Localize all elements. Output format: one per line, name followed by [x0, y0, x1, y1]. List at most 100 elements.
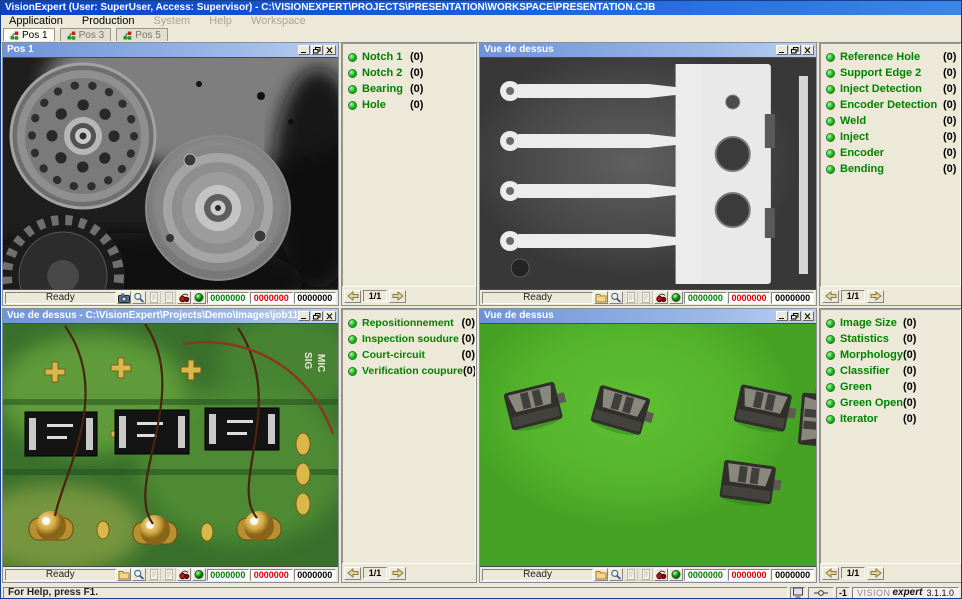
result-item[interactable]: Weld(0)	[826, 113, 960, 129]
close-button[interactable]	[324, 45, 336, 55]
result-item[interactable]: Bearing(0)	[348, 81, 475, 97]
status-led-icon	[826, 69, 835, 78]
page-icon	[148, 569, 160, 580]
tab-pos-3[interactable]: Pos 3	[60, 28, 112, 41]
minimize-button[interactable]	[776, 45, 788, 55]
result-item[interactable]: Statistics(0)	[826, 331, 960, 347]
arrow-right-icon	[870, 568, 882, 578]
total-counter: 0000000	[294, 569, 336, 581]
result-item[interactable]: Notch 1(0)	[348, 49, 475, 65]
defect-marker-icon	[655, 569, 667, 580]
arrow-right-icon	[870, 291, 882, 301]
result-item[interactable]: Green(0)	[826, 379, 960, 395]
status-led-icon	[348, 85, 357, 94]
menu-application[interactable]: Application	[1, 15, 71, 28]
zoom-button[interactable]	[132, 568, 146, 581]
top-right-titlebar[interactable]: Vue de dessus	[480, 43, 816, 57]
folder-icon	[118, 569, 130, 580]
defect-marker-button[interactable]	[654, 291, 668, 304]
live-status-button[interactable]	[192, 291, 206, 304]
defect-marker-button[interactable]	[177, 291, 191, 304]
tab-label: Pos 3	[79, 30, 105, 41]
live-status-button[interactable]	[669, 568, 683, 581]
result-item[interactable]: Iterator(0)	[826, 411, 960, 427]
result-item[interactable]: Green Open(0)	[826, 395, 960, 411]
minimize-button[interactable]	[776, 311, 788, 321]
bottom-left-statusbar: Ready 0000000 0000000 0000000	[3, 567, 338, 582]
bottom-left-titlebar[interactable]: Vue de dessus - C:\VisionExpert\Projects…	[3, 309, 338, 323]
defect-marker-button[interactable]	[177, 568, 191, 581]
status-led-icon	[826, 399, 835, 408]
pos1-titlebar[interactable]: Pos 1	[3, 43, 338, 57]
defect-marker-button[interactable]	[654, 568, 668, 581]
camera-image-motor-parts	[3, 57, 338, 290]
result-item[interactable]: Encoder Detection(0)	[826, 97, 960, 113]
result-item[interactable]: Inspection soudure(0)	[348, 331, 475, 347]
results-panel-bottom-right: Image Size(0) Statistics(0) Morphology(0…	[819, 308, 962, 583]
prev-page-button[interactable]	[344, 290, 361, 303]
next-page-button[interactable]	[867, 290, 884, 303]
arrow-left-icon	[347, 291, 359, 301]
result-item[interactable]: Verification coupure(0)	[348, 363, 475, 379]
result-item[interactable]: Hole(0)	[348, 97, 475, 113]
page-icon	[640, 292, 652, 303]
result-item[interactable]: Bending(0)	[826, 161, 960, 177]
results-list: Reference Hole(0) Support Edge 2(0) Inje…	[820, 43, 961, 287]
result-item[interactable]: Court-circuit(0)	[348, 347, 475, 363]
total-counter: 0000000	[771, 292, 814, 304]
page-icon	[148, 292, 160, 303]
live-status-button[interactable]	[192, 568, 206, 581]
result-item[interactable]: Repositionnement(0)	[348, 315, 475, 331]
help-message: For Help, press F1.	[3, 587, 788, 599]
restore-button[interactable]	[311, 311, 323, 321]
status-led-icon	[348, 53, 357, 62]
tab-pos-5[interactable]: Pos 5	[116, 28, 168, 41]
camera-icon	[118, 292, 130, 303]
pcb-marking-sig: SIG	[302, 352, 313, 369]
close-button[interactable]	[324, 311, 336, 321]
camera-grab-button[interactable]	[117, 291, 131, 304]
report2-button	[162, 568, 176, 581]
live-status-button[interactable]	[669, 291, 683, 304]
top-right-title: Vue de dessus	[484, 43, 775, 57]
open-image-button[interactable]	[117, 568, 131, 581]
results-list: Notch 1(0) Notch 2(0) Bearing(0) Hole(0)	[342, 43, 476, 287]
next-page-button[interactable]	[867, 567, 884, 580]
results-panel-pos1: Notch 1(0) Notch 2(0) Bearing(0) Hole(0)…	[341, 42, 477, 306]
close-button[interactable]	[802, 45, 814, 55]
result-item[interactable]: Reference Hole(0)	[826, 49, 960, 65]
menu-production[interactable]: Production	[74, 15, 143, 28]
zoom-button[interactable]	[609, 568, 623, 581]
result-item[interactable]: Support Edge 2(0)	[826, 65, 960, 81]
result-item[interactable]: Inject Detection(0)	[826, 81, 960, 97]
result-item[interactable]: Image Size(0)	[826, 315, 960, 331]
close-button[interactable]	[802, 311, 814, 321]
next-page-button[interactable]	[389, 567, 406, 580]
total-counter: 0000000	[771, 569, 814, 581]
fail-counter: 0000000	[728, 292, 771, 304]
bottom-right-titlebar[interactable]: Vue de dessus	[480, 309, 816, 323]
result-item[interactable]: Encoder(0)	[826, 145, 960, 161]
result-item[interactable]: Notch 2(0)	[348, 65, 475, 81]
camera-image-pcb: SIG MIC	[3, 323, 338, 567]
tab-pos-1[interactable]: Pos 1	[3, 28, 55, 41]
zoom-button[interactable]	[609, 291, 623, 304]
open-image-button[interactable]	[594, 291, 608, 304]
result-item[interactable]: Morphology(0)	[826, 347, 960, 363]
arrow-left-icon	[825, 291, 837, 301]
menubar: Application Production System Help Works…	[1, 15, 961, 29]
restore-button[interactable]	[789, 45, 801, 55]
window-titlebar[interactable]: VisionExpert (User: SuperUser, Access: S…	[1, 1, 961, 15]
restore-button[interactable]	[789, 311, 801, 321]
prev-page-button[interactable]	[344, 567, 361, 580]
restore-button[interactable]	[311, 45, 323, 55]
prev-page-button[interactable]	[822, 290, 839, 303]
result-item[interactable]: Inject(0)	[826, 129, 960, 145]
prev-page-button[interactable]	[822, 567, 839, 580]
next-page-button[interactable]	[389, 290, 406, 303]
minimize-button[interactable]	[298, 45, 310, 55]
open-image-button[interactable]	[594, 568, 608, 581]
minimize-button[interactable]	[298, 311, 310, 321]
zoom-button[interactable]	[132, 291, 146, 304]
result-item[interactable]: Classifier(0)	[826, 363, 960, 379]
